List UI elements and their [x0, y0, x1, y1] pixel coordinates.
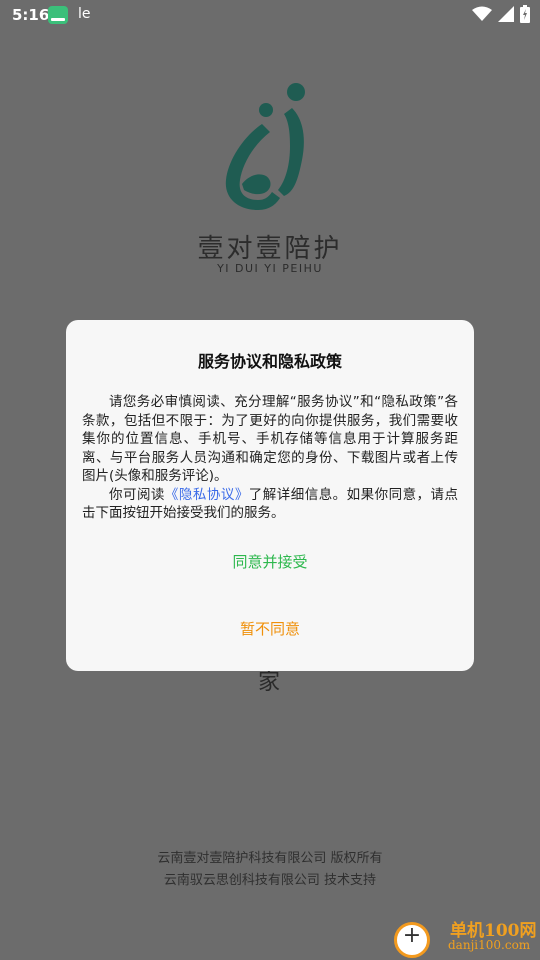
status-bar: 5:16 le — [0, 0, 540, 30]
paragraph-2-prefix: 你可阅读 — [109, 486, 165, 503]
status-icons — [472, 5, 530, 23]
brand-logo-icon — [225, 83, 305, 210]
dialog-title: 服务协议和隐私政策 — [197, 352, 342, 371]
sim-indicator: le — [78, 6, 91, 22]
footer-tech-support: 云南驭云思创科技有限公司 技术支持 — [163, 873, 377, 888]
footer: 云南壹对壹陪护科技有限公司 版权所有 云南驭云思创科技有限公司 技术支持 — [0, 848, 540, 892]
watermark-url: danji100.com — [448, 938, 531, 952]
signal-icon — [498, 6, 514, 22]
wifi-icon — [472, 6, 492, 21]
footer-copyright: 云南壹对壹陪护科技有限公司 版权所有 — [157, 851, 383, 866]
watermark: 单机100网 danji100.com — [380, 910, 540, 960]
decline-button[interactable]: 暂不同意 — [66, 618, 474, 639]
app-notification-icon — [48, 6, 68, 24]
privacy-dialog: 服务协议和隐私政策 请您务必审慎阅读、充分理解“服务协议”和“隐私政策”各条款，… — [66, 320, 474, 671]
dialog-paragraph-2: 你可阅读《隐私协议》了解详细信息。如果你同意，请点击下面按钮开始接受我们的服务。 — [82, 486, 458, 523]
dialog-body: 请您务必审慎阅读、充分理解“服务协议”和“隐私政策”各条款，包括但不限于：为了更… — [82, 393, 458, 523]
agree-button[interactable]: 同意并接受 — [66, 551, 474, 572]
dialog-paragraph-1: 请您务必审慎阅读、充分理解“服务协议”和“隐私政策”各条款，包括但不限于：为了更… — [82, 394, 458, 484]
battery-icon — [520, 5, 530, 23]
status-time: 5:16 — [12, 6, 50, 24]
privacy-agreement-link[interactable]: 《隐私协议》 — [165, 487, 249, 503]
brand-pinyin: YI DUI YI PEIHU — [217, 262, 323, 275]
brand-logo-area: 壹对壹陪护 YI DUI YI PEIHU — [0, 80, 540, 280]
watermark-logo-icon — [394, 922, 430, 958]
brand-name: 壹对壹陪护 — [197, 234, 343, 264]
